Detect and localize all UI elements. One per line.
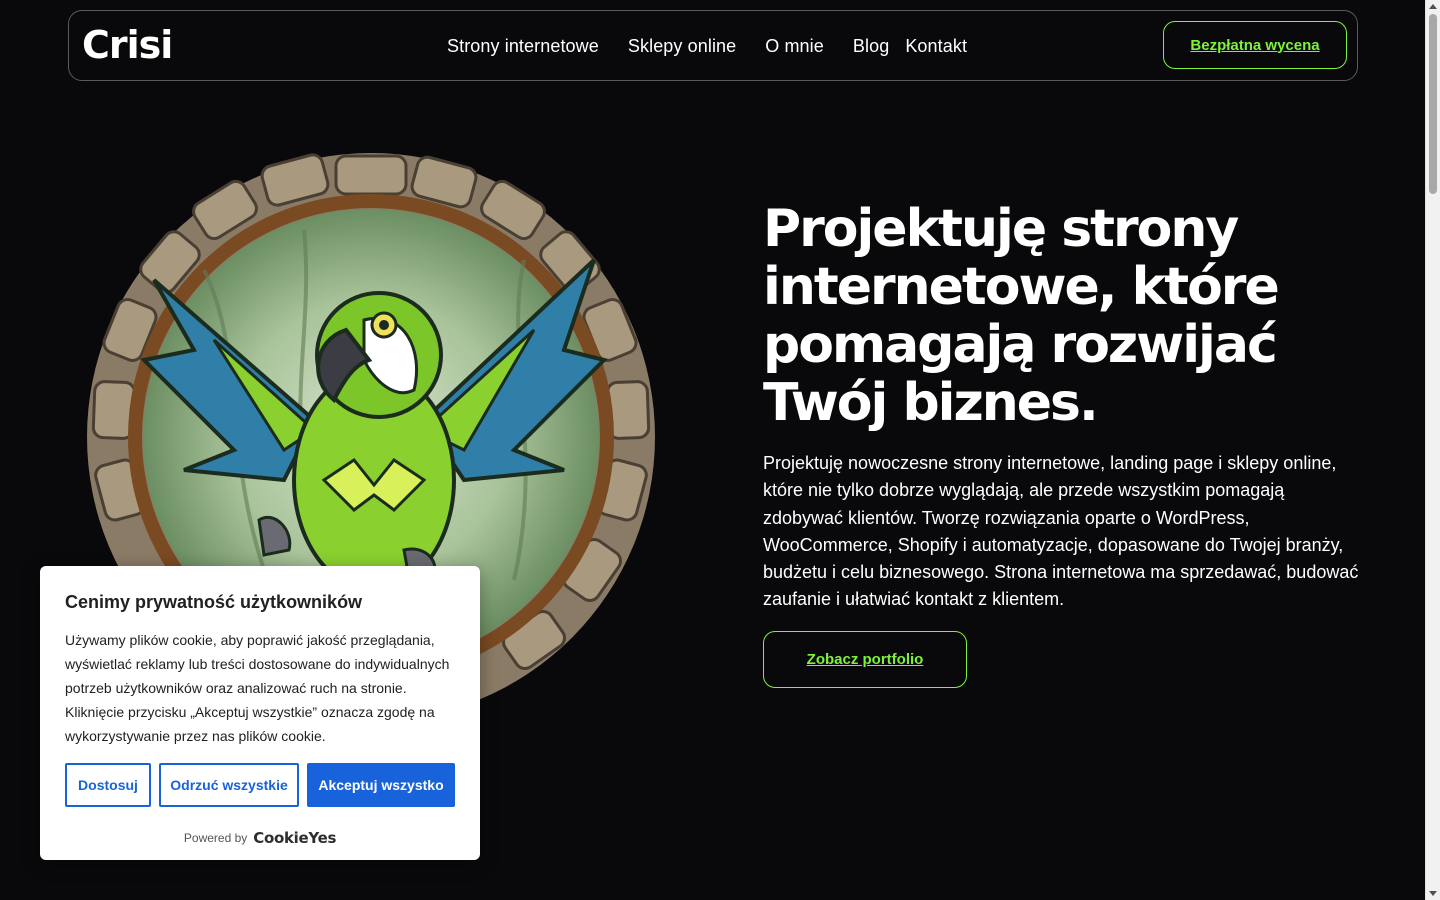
customize-button[interactable]: Dostosuj [65,763,151,807]
nav-sklepy-online[interactable]: Sklepy online [628,36,736,57]
portfolio-button[interactable]: Zobacz portfolio [763,631,967,688]
cookie-description: Używamy plików cookie, aby poprawić jako… [65,632,450,744]
nav-o-mnie[interactable]: O mnie [765,36,824,57]
reject-all-button[interactable]: Odrzuć wszystkie [159,763,299,807]
nav-kontakt[interactable]: Kontakt [905,36,967,57]
nav-blog[interactable]: Blog [853,36,889,57]
cookieyes-logo[interactable]: CookieYes [253,829,336,847]
cookie-consent-banner: Cenimy prywatność użytkowników Używamy p… [40,566,480,860]
nav-strony-internetowe[interactable]: Strony internetowe [447,36,599,57]
hero-description: Projektuję nowoczesne strony internetowe… [763,453,1359,610]
free-quote-button[interactable]: Bezpłatna wycena [1163,21,1347,69]
site-header: Crisi Strony internetowe Sklepy online O… [68,10,1358,81]
page-scrollbar[interactable] [1425,0,1440,900]
powered-by: Powered by CookieYes [40,829,480,847]
main-nav: Strony internetowe Sklepy online O mnie … [447,11,967,82]
scroll-down-icon[interactable] [1429,891,1437,896]
cookie-title: Cenimy prywatność użytkowników [65,592,363,612]
scrollbar-thumb[interactable] [1429,14,1437,194]
logo[interactable]: Crisi [82,23,173,67]
scroll-up-icon[interactable] [1429,4,1437,9]
logo-text: Crisi [82,23,173,67]
hero-title: Projektuję strony internetowe, które pom… [763,199,1280,433]
powered-by-label: Powered by [183,831,248,845]
accept-all-button[interactable]: Akceptuj wszystko [307,763,455,807]
